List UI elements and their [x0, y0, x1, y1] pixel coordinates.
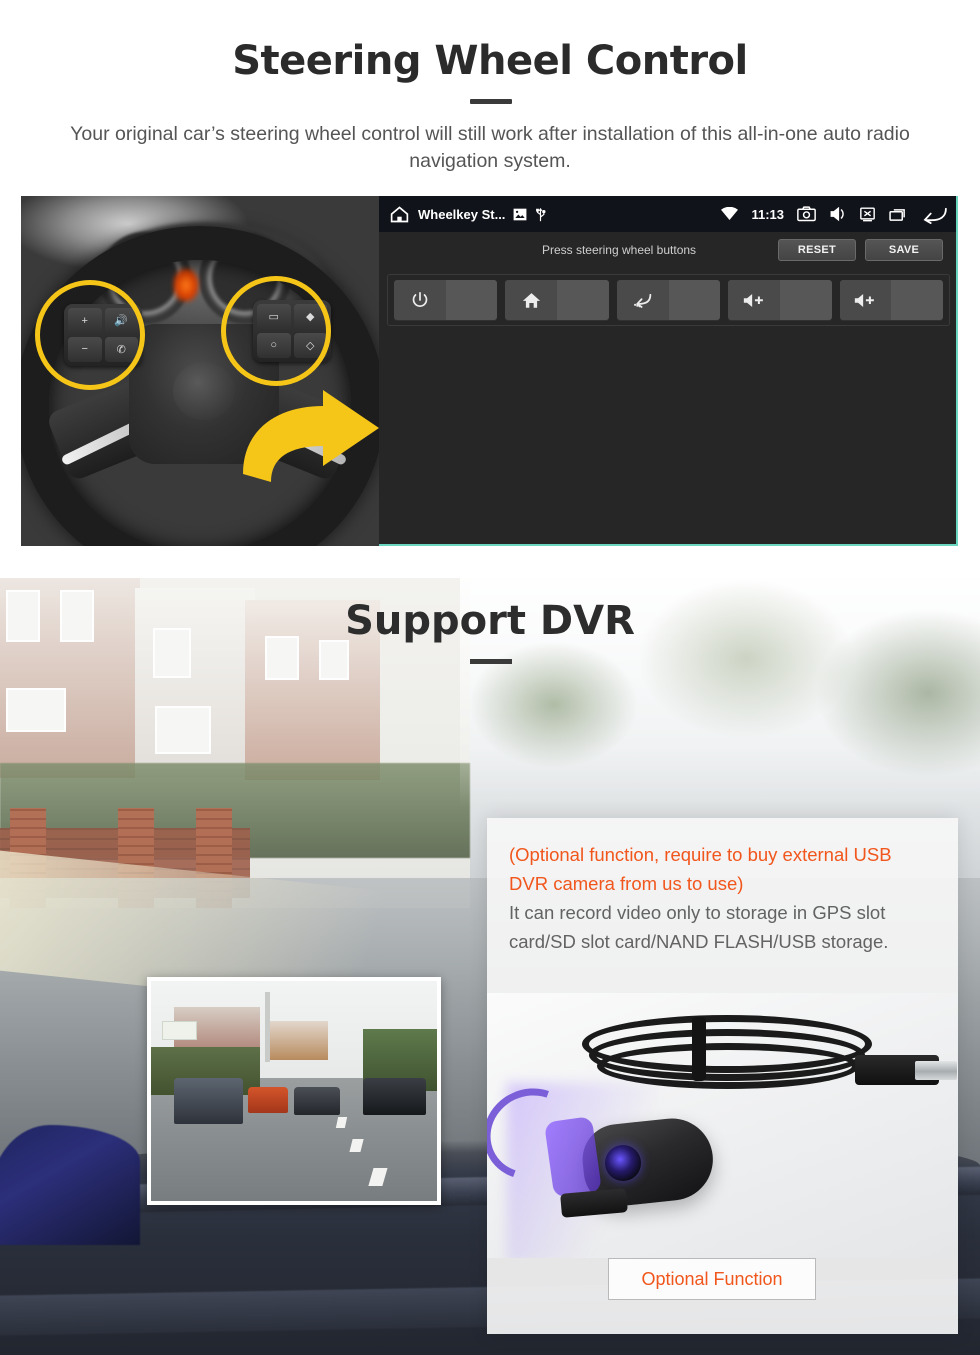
- highlight-circle-left: [35, 280, 145, 390]
- key-slot-volume-up-1[interactable]: [728, 280, 832, 320]
- wheelkey-slot-row: [387, 274, 950, 326]
- preview-road-sign: [162, 1020, 197, 1041]
- preview-vehicle: [173, 1077, 243, 1124]
- reset-button[interactable]: RESET: [778, 239, 856, 261]
- screenshot-icon[interactable]: [797, 206, 816, 222]
- dvr-storage-notice: It can record video only to storage in G…: [509, 902, 889, 952]
- power-icon: [394, 280, 446, 320]
- home-icon: [505, 280, 558, 320]
- window: [319, 640, 349, 680]
- key-slot-value[interactable]: [557, 280, 609, 320]
- page-title-dvr: Support DVR: [345, 598, 635, 644]
- preview-vehicle: [362, 1077, 426, 1116]
- home-icon[interactable]: [389, 204, 410, 225]
- volume-up-icon: [839, 280, 892, 320]
- wifi-icon: [721, 207, 739, 221]
- preview-house: [265, 1020, 329, 1061]
- dvr-optional-notice: (Optional function, require to buy exter…: [509, 844, 892, 894]
- window: [155, 706, 211, 754]
- usb-connector-metal: [915, 1061, 957, 1080]
- blue-car-hood: [0, 1125, 140, 1245]
- head-unit-screen: Wheelkey St... 11:13 Press steering whee…: [379, 196, 958, 546]
- highlight-circle-right: [221, 276, 331, 386]
- title-underline-steering: [470, 99, 512, 104]
- screen-off-icon[interactable]: [859, 206, 876, 222]
- usb-icon: [535, 207, 546, 222]
- page-title-steering: Steering Wheel Control: [232, 38, 748, 84]
- dvr-recording-preview: [147, 977, 441, 1205]
- key-slot-home[interactable]: [505, 280, 609, 320]
- preview-vehicle: [248, 1086, 289, 1113]
- steering-wheel-control-section: Steering Wheel Control Your original car…: [0, 0, 980, 578]
- image-icon: [513, 208, 527, 221]
- optional-function-button[interactable]: Optional Function: [608, 1258, 816, 1300]
- window: [6, 688, 66, 732]
- volume-up-icon: [728, 280, 780, 320]
- recent-apps-icon[interactable]: [889, 207, 908, 222]
- usb-dvr-camera-photo: [487, 993, 958, 1258]
- key-slot-volume-up-2[interactable]: [839, 280, 944, 320]
- key-slot-value[interactable]: [445, 280, 498, 320]
- back-arrow-icon[interactable]: [921, 205, 948, 224]
- horn-center: [173, 362, 235, 420]
- android-status-bar: Wheelkey St... 11:13: [379, 196, 956, 232]
- status-clock: 11:13: [751, 206, 784, 222]
- dvr-info-panel: (Optional function, require to buy exter…: [487, 818, 958, 1334]
- product-feature-page: Steering Wheel Control Your original car…: [0, 0, 980, 1355]
- key-slot-back[interactable]: [616, 280, 721, 320]
- wheelkey-action-bar: Press steering wheel buttons RESET SAVE: [379, 232, 956, 268]
- cable-tie: [692, 1017, 706, 1081]
- dvr-camera-lens: [605, 1145, 641, 1181]
- save-button[interactable]: SAVE: [865, 239, 943, 261]
- steering-wheel-photo: + 🔊 − ✆ ▭ ◆ ○ ◇: [21, 196, 379, 546]
- back-icon: [616, 280, 669, 320]
- dvr-camera-bezel: [543, 1116, 603, 1198]
- key-slot-value[interactable]: [779, 280, 832, 320]
- title-underline-dvr: [470, 659, 512, 664]
- key-slot-value[interactable]: [668, 280, 721, 320]
- volume-mute-icon[interactable]: [829, 206, 846, 222]
- key-slot-power[interactable]: [394, 280, 498, 320]
- preview-vehicle: [294, 1086, 340, 1116]
- app-title: Wheelkey St...: [418, 206, 506, 222]
- key-slot-value[interactable]: [891, 280, 944, 320]
- yellow-arrow-icon: [243, 390, 379, 482]
- steering-subtitle: Your original car’s steering wheel contr…: [70, 123, 910, 172]
- preview-lamp-post: [265, 992, 270, 1063]
